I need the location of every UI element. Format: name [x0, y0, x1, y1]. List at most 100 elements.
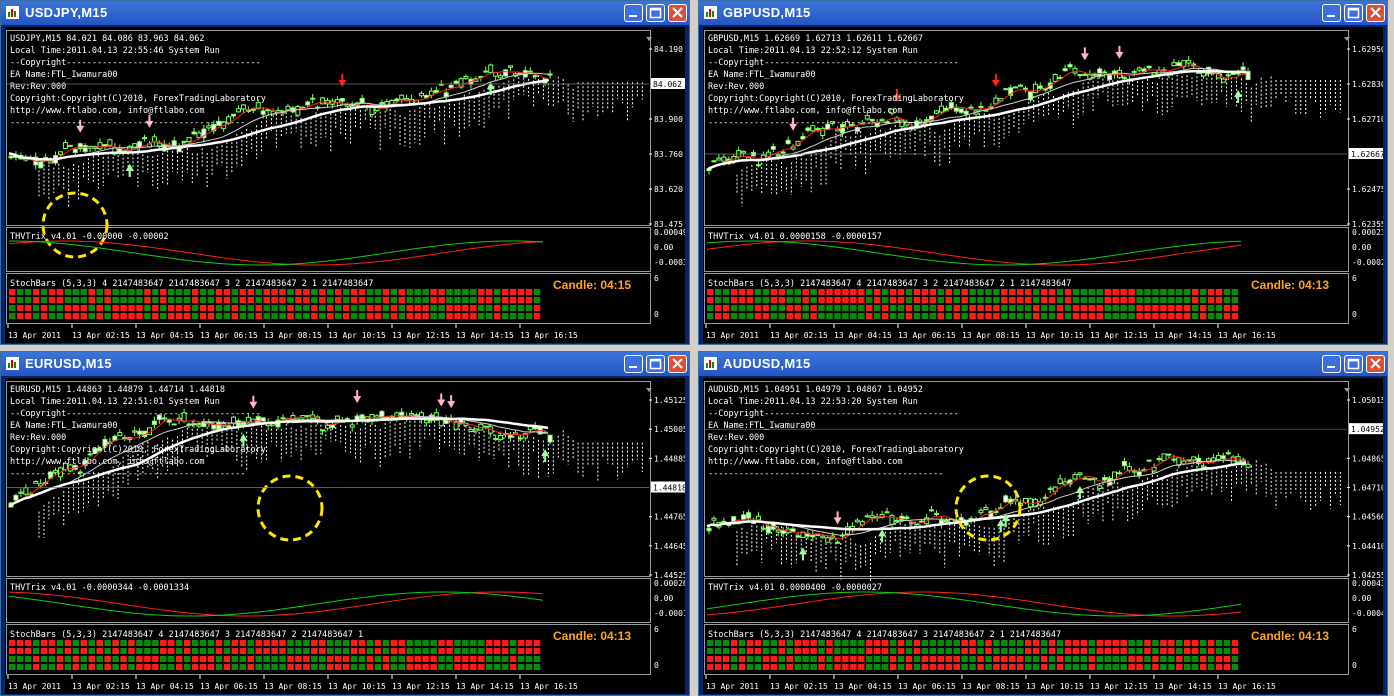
- close-button[interactable]: [668, 355, 687, 373]
- price-tick-label: 1.44765: [654, 513, 685, 522]
- price-tick-label: 1.44885: [654, 454, 685, 463]
- window-title: GBPUSD,M15: [723, 5, 811, 20]
- ea-info-line: EA Name:FTL_Iwamura00: [708, 70, 815, 80]
- chart-canvas[interactable]: USDJPY,M15 84.021 84.086 83.963 84.062 Lo…: [5, 27, 685, 343]
- close-button[interactable]: [668, 4, 687, 22]
- trix-signal-line: [706, 591, 1242, 617]
- chart-canvas[interactable]: GBPUSD,M15 1.62669 1.62713 1.62611 1.626…: [703, 27, 1383, 343]
- title-bar[interactable]: EURUSD,M15: [1, 352, 689, 376]
- highlight-circle: [256, 474, 324, 542]
- ea-info-line: Copyright:Copyright(C)2010, ForexTrading…: [10, 445, 266, 455]
- ea-info-line: ----------------------------------------…: [708, 118, 943, 128]
- time-tick-label: 13 Apr 16:15: [520, 331, 578, 340]
- maximize-button[interactable]: [646, 355, 665, 373]
- maximize-button[interactable]: [1344, 355, 1363, 373]
- chart-window-gbpusd[interactable]: GBPUSD,M15 GBPUSD,M15 1.62669 1.62713 1.…: [698, 0, 1388, 345]
- chart-canvas[interactable]: EURUSD,M15 1.44863 1.44879 1.44714 1.448…: [5, 378, 685, 694]
- minimize-button[interactable]: [1322, 4, 1341, 22]
- time-tick-label: 13 Apr 10:15: [1026, 682, 1084, 691]
- close-button[interactable]: [1366, 355, 1385, 373]
- maximize-button[interactable]: [646, 4, 665, 22]
- time-tick-label: 13 Apr 16:15: [520, 682, 578, 691]
- time-tick-label: 13 Apr 12:15: [1090, 682, 1148, 691]
- price-tick-label: 1.62830: [1352, 80, 1383, 89]
- chart-canvas[interactable]: AUDUSD,M15 1.04951 1.04979 1.04867 1.049…: [703, 378, 1383, 694]
- stoch-label: StochBars (5,3,3) 2147483647 4 214748364…: [708, 630, 1061, 640]
- trix-main-line: [8, 240, 544, 266]
- stoch-tick-label: 6: [1352, 274, 1357, 283]
- trix-tick-label: -0.000215: [1352, 258, 1383, 267]
- trix-tick-label: 0.00: [654, 594, 673, 603]
- ea-info-line: Local Time:2011.04.13 22:55:46 System Ru…: [10, 46, 220, 56]
- minimize-button[interactable]: [624, 4, 643, 22]
- time-tick-label: 13 Apr 12:15: [392, 331, 450, 340]
- ea-info-line: http://www.ftlabo.com, info@ftlabo.com: [10, 457, 204, 467]
- trix-label: THVTrix v4.01 0.0000400 -0.0000027: [708, 583, 882, 593]
- close-button[interactable]: [1366, 4, 1385, 22]
- trix-tick-label: -0.00015: [654, 609, 685, 618]
- chart-area[interactable]: USDJPY,M15 84.021 84.086 83.963 84.062 Lo…: [5, 27, 685, 343]
- chart-window-eurusd[interactable]: EURUSD,M15 EURUSD,M15 1.44863 1.44879 1.…: [0, 351, 690, 696]
- time-tick-label: 13 Apr 06:15: [898, 682, 956, 691]
- time-tick-label: 13 Apr 06:15: [200, 331, 258, 340]
- ea-info-line: EA Name:FTL_Iwamura00: [10, 421, 117, 431]
- chart-window-audusd[interactable]: AUDUSD,M15 AUDUSD,M15 1.04951 1.04979 1.…: [698, 351, 1388, 696]
- trix-signal-line: [8, 240, 544, 266]
- time-tick-label: 13 Apr 16:15: [1218, 331, 1276, 340]
- chart-app-icon: [704, 357, 717, 370]
- candle-timer: Candle: 04:13: [553, 629, 631, 643]
- ea-info-line: Rev:Rev.000: [10, 433, 66, 443]
- stoch-tick-label: 0: [1352, 310, 1357, 319]
- chart-area[interactable]: GBPUSD,M15 1.62669 1.62713 1.62611 1.626…: [703, 27, 1383, 343]
- time-tick-label: 13 Apr 08:15: [264, 331, 322, 340]
- time-tick-label: 13 Apr 14:15: [456, 682, 514, 691]
- time-tick-label: 13 Apr 04:15: [136, 682, 194, 691]
- title-bar[interactable]: GBPUSD,M15: [699, 1, 1387, 25]
- ea-info-line: Rev:Rev.000: [708, 433, 764, 443]
- candle-timer: Candle: 04:13: [1251, 629, 1329, 643]
- ea-info-line: Local Time:2011.04.13 22:52:12 System Ru…: [708, 46, 918, 56]
- stoch-tick-label: 0: [654, 310, 659, 319]
- ea-info-line: Copyright:Copyright(C)2010, ForexTrading…: [708, 94, 964, 104]
- chart-window-usdjpy[interactable]: USDJPY,M15 USDJPY,M15 84.021 84.086 83.9…: [0, 0, 690, 345]
- price-tick-label: 1.45005: [654, 425, 685, 434]
- price-tick-label: 1.45125: [654, 396, 685, 405]
- ea-info-line: Copyright:Copyright(C)2010, ForexTrading…: [10, 94, 266, 104]
- trix-main-line: [8, 591, 544, 617]
- time-tick-label: 13 Apr 10:15: [328, 682, 386, 691]
- title-bar[interactable]: USDJPY,M15: [1, 1, 689, 25]
- symbol-ohlc-header: GBPUSD,M15 1.62669 1.62713 1.62611 1.626…: [708, 34, 923, 44]
- time-tick-label: 13 Apr 14:15: [456, 331, 514, 340]
- price-tick-label: 1.04560: [1352, 513, 1383, 522]
- ea-info-line: Rev:Rev.000: [10, 82, 66, 92]
- trix-main-line: [706, 591, 1242, 617]
- shift-marker-icon: [1344, 37, 1350, 41]
- price-tick-label: 84.190: [654, 45, 683, 54]
- chart-area[interactable]: AUDUSD,M15 1.04951 1.04979 1.04867 1.049…: [703, 378, 1383, 694]
- trix-tick-label: 0.00049: [654, 228, 685, 237]
- stoch-tick-label: 6: [654, 625, 659, 634]
- current-price-label: 1.04952: [1351, 425, 1383, 434]
- ea-info-line: --Copyright-----------------------------…: [10, 58, 261, 68]
- current-price-label: 1.62667: [1351, 150, 1383, 159]
- stoch-bar-grid: [9, 289, 541, 319]
- time-tick-label: 13 Apr 2011: [706, 682, 759, 691]
- minimize-button[interactable]: [624, 355, 643, 373]
- symbol-ohlc-header: USDJPY,M15 84.021 84.086 83.963 84.062: [10, 34, 204, 44]
- chart-app-icon: [6, 357, 19, 370]
- trix-tick-label: 0.00: [1352, 243, 1371, 252]
- shift-marker-icon: [1344, 388, 1350, 392]
- price-tick-label: 1.05015: [1352, 396, 1383, 405]
- symbol-ohlc-header: AUDUSD,M15 1.04951 1.04979 1.04867 1.049…: [708, 385, 923, 395]
- stoch-tick-label: 6: [1352, 625, 1357, 634]
- chart-area[interactable]: EURUSD,M15 1.44863 1.44879 1.44714 1.448…: [5, 378, 685, 694]
- time-tick-label: 13 Apr 04:15: [834, 682, 892, 691]
- title-bar[interactable]: AUDUSD,M15: [699, 352, 1387, 376]
- price-tick-label: 1.62950: [1352, 45, 1383, 54]
- time-tick-label: 13 Apr 02:15: [72, 331, 130, 340]
- stoch-label: StochBars (5,3,3) 4 2147483647 214748364…: [10, 279, 373, 289]
- time-tick-label: 13 Apr 10:15: [1026, 331, 1084, 340]
- ea-info-line: ----------------------------------------…: [708, 469, 943, 479]
- minimize-button[interactable]: [1322, 355, 1341, 373]
- maximize-button[interactable]: [1344, 4, 1363, 22]
